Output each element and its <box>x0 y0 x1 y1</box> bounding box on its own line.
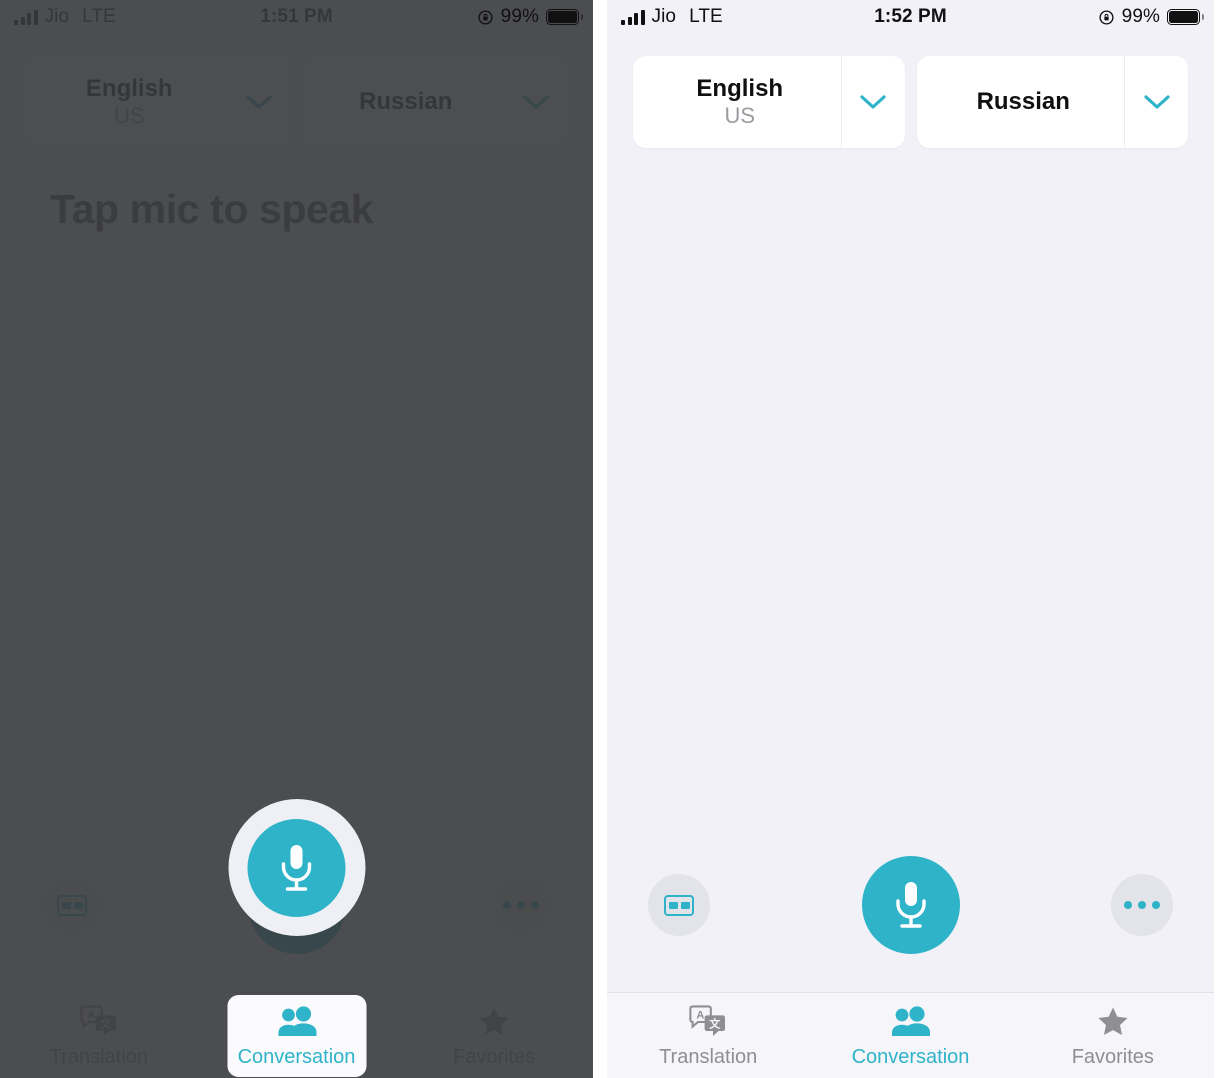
battery-full-icon <box>1167 9 1204 25</box>
signal-bars-icon <box>621 9 645 25</box>
target-language-selector[interactable]: Russian <box>302 56 567 148</box>
status-bar-right: 99% <box>477 6 583 28</box>
network-label: LTE <box>689 6 723 27</box>
star-icon <box>475 1003 513 1041</box>
network-label: LTE <box>82 6 116 27</box>
source-language-region: US <box>113 102 145 128</box>
card-view-icon <box>57 894 87 916</box>
chevron-down-icon <box>860 95 886 109</box>
microphone-icon <box>281 882 312 928</box>
phone-panel-left: Jio LTE 1:51 PM 99% English US Russian T… <box>0 0 607 1078</box>
status-bar: Jio LTE 1:52 PM 99% <box>607 0 1214 34</box>
carrier-label: Jio <box>44 6 70 27</box>
rotation-lock-icon <box>477 9 494 26</box>
tab-favorites[interactable]: Favorites <box>1012 993 1214 1078</box>
tab-translation[interactable]: A 文 Translation <box>607 993 809 1078</box>
tab-favorites-label: Favorites <box>1071 1045 1154 1068</box>
more-horizontal-icon <box>1124 901 1160 909</box>
status-bar-left: Jio LTE <box>14 6 116 28</box>
target-language-text: Russian <box>917 56 1125 148</box>
source-language-region: US <box>724 102 756 128</box>
source-language-chevron-button[interactable] <box>840 56 905 148</box>
source-language-selector[interactable]: English US <box>26 56 291 148</box>
svg-text:A: A <box>697 1009 705 1021</box>
target-language-name: Russian <box>976 87 1070 115</box>
bottom-controls <box>0 840 593 970</box>
card-view-icon <box>664 894 694 916</box>
more-options-button[interactable] <box>490 874 552 936</box>
tab-translation-label: Translation <box>49 1045 148 1068</box>
target-language-chevron-button[interactable] <box>1124 56 1188 148</box>
app-screen-left: Jio LTE 1:51 PM 99% English US Russian T… <box>0 0 593 1078</box>
tab-translation-label: Translation <box>659 1045 758 1068</box>
signal-bars-icon <box>14 9 38 25</box>
tab-favorites[interactable]: Favorites <box>395 993 593 1078</box>
target-language-chevron-button[interactable] <box>503 56 567 148</box>
two-people-icon <box>276 1003 318 1041</box>
translate-bubbles-icon: A 文 <box>79 1003 119 1041</box>
battery-percent-label: 99% <box>1121 6 1160 27</box>
target-language-selector[interactable]: Russian <box>916 56 1188 148</box>
language-selector-bar: English US Russian <box>607 56 1214 148</box>
more-options-button[interactable] <box>1111 874 1173 936</box>
two-people-icon <box>889 1003 931 1041</box>
source-language-chevron-button[interactable] <box>226 56 291 148</box>
tap-mic-hint: Tap mic to speak <box>50 186 374 232</box>
chevron-down-icon <box>1143 95 1170 109</box>
target-language-name: Russian <box>359 87 453 115</box>
source-language-text: English US <box>26 56 227 148</box>
tab-favorites-label: Favorites <box>453 1045 536 1068</box>
rotation-lock-icon <box>1098 9 1115 26</box>
mic-button[interactable] <box>247 856 346 954</box>
svg-text:文: 文 <box>100 1016 112 1030</box>
source-language-name: English <box>696 74 784 102</box>
status-bar: Jio LTE 1:51 PM 99% <box>0 0 593 34</box>
bottom-controls <box>607 840 1214 970</box>
mic-button[interactable] <box>861 856 960 954</box>
more-horizontal-icon <box>503 901 539 909</box>
card-view-button[interactable] <box>41 874 103 936</box>
screenshot-stage: Jio LTE 1:51 PM 99% English US Russian T… <box>0 0 1228 1078</box>
tab-conversation-label: Conversation <box>237 1045 356 1068</box>
card-view-button[interactable] <box>648 874 710 936</box>
source-language-selector[interactable]: English US <box>633 56 905 148</box>
tab-conversation-label: Conversation <box>851 1045 970 1068</box>
source-language-text: English US <box>633 56 841 148</box>
tab-bar: A 文 Translation Conversation Favorites <box>0 992 593 1078</box>
source-language-name: English <box>85 74 173 102</box>
svg-text:文: 文 <box>709 1016 721 1030</box>
tab-conversation[interactable]: Conversation <box>198 993 396 1078</box>
phone-panel-right: Jio LTE 1:52 PM 99% English US Russian A… <box>607 0 1214 1078</box>
chevron-down-icon <box>522 95 549 109</box>
chevron-down-icon <box>246 95 272 109</box>
battery-percent-label: 99% <box>500 6 539 27</box>
status-bar-left: Jio LTE <box>621 6 723 28</box>
tab-translation[interactable]: A 文 Translation <box>0 993 198 1078</box>
app-screen-right: Jio LTE 1:52 PM 99% English US Russian A… <box>607 0 1214 1078</box>
tab-bar: A 文 Translation Conversation Favorites <box>607 992 1214 1078</box>
battery-full-icon <box>546 9 583 25</box>
tab-conversation[interactable]: Conversation <box>809 993 1011 1078</box>
translate-bubbles-icon: A 文 <box>688 1003 728 1041</box>
microphone-icon <box>895 882 926 928</box>
svg-text:A: A <box>87 1009 95 1021</box>
star-icon <box>1094 1003 1132 1041</box>
status-bar-right: 99% <box>1098 6 1204 28</box>
target-language-text: Russian <box>303 56 504 148</box>
carrier-label: Jio <box>651 6 677 27</box>
language-selector-bar: English US Russian <box>0 56 593 148</box>
